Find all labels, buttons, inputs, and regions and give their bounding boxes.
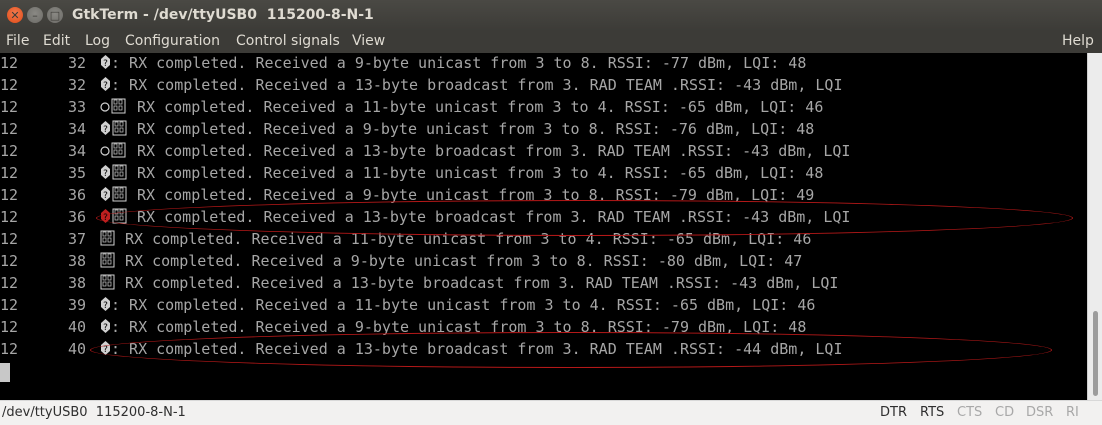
line-text: RX completed. Received a 9-byte unicast … — [116, 252, 803, 270]
close-icon: ✕ — [10, 8, 20, 22]
annotation-ellipse — [96, 200, 1073, 236]
line-counter: 32 — [67, 76, 86, 94]
line-text: RX completed. Received a 9-byte unicast … — [128, 120, 815, 138]
svg-text:?: ? — [103, 125, 108, 135]
unknown-char-icon: ? — [101, 55, 110, 69]
port-status: /dev/ttyUSB0 115200-8-N-1 — [2, 405, 186, 420]
unknown-char-icon: ? — [101, 77, 110, 91]
line-counter: 40 — [67, 340, 86, 358]
line-text: RX completed. Received a 11-byte unicast… — [128, 164, 824, 182]
line-prefix: 12 — [0, 318, 19, 336]
line-text: RX completed. Received a 11-byte unicast… — [128, 98, 824, 116]
menu-edit[interactable]: Edit — [43, 33, 70, 49]
line-counter: 38 — [67, 252, 86, 270]
signal-dtr: DTR — [880, 405, 907, 420]
line-message: ?: RX completed. Received a 9-byte unica… — [100, 53, 806, 74]
svg-text:?: ? — [103, 81, 108, 91]
svg-text:?: ? — [103, 301, 108, 311]
title-bar: ✕ – □ GtkTerm - /dev/ttyUSB0 115200-8-N-… — [0, 0, 1102, 31]
minimize-icon: – — [32, 8, 38, 22]
unknown-char-icon: ? — [101, 186, 127, 202]
line-text: RX completed. Received a 13-byte broadca… — [116, 274, 839, 292]
close-window-button[interactable]: ✕ — [7, 7, 23, 23]
line-message: RX completed. Received a 13-byte broadca… — [100, 272, 838, 294]
menu-file[interactable]: File — [6, 33, 29, 49]
signal-dsr: DSR — [1026, 405, 1054, 420]
menu-control-signals[interactable]: Control signals — [236, 33, 340, 49]
line-text: : RX completed. Received a 9-byte unicas… — [111, 54, 807, 72]
svg-text:?: ? — [103, 169, 108, 179]
unknown-char-icon — [100, 252, 115, 268]
svg-text:?: ? — [103, 59, 108, 69]
line-counter: 36 — [67, 208, 86, 226]
window-title: GtkTerm - /dev/ttyUSB0 115200-8-N-1 — [72, 7, 374, 23]
annotation-ellipse — [90, 332, 1052, 368]
unknown-char-icon: ? — [101, 164, 127, 180]
line-prefix: 12 — [0, 54, 19, 72]
scrollbar-thumb[interactable] — [1093, 311, 1098, 396]
line-message: ? RX completed. Received a 9-byte unicas… — [100, 118, 814, 140]
menu-log[interactable]: Log — [85, 33, 110, 49]
svg-text:?: ? — [103, 323, 108, 333]
line-counter: 38 — [67, 274, 86, 292]
line-prefix: 12 — [0, 76, 19, 94]
unknown-char-icon — [100, 98, 126, 114]
unknown-char-icon — [100, 142, 126, 158]
line-message: RX completed. Received a 13-byte broadca… — [100, 140, 850, 162]
line-message: ? RX completed. Received a 11-byte unica… — [100, 162, 823, 184]
line-prefix: 12 — [0, 252, 19, 270]
line-message: RX completed. Received a 11-byte unicast… — [100, 96, 823, 118]
line-counter: 35 — [67, 164, 86, 182]
line-prefix: 12 — [0, 274, 19, 292]
minimize-window-button[interactable]: – — [27, 7, 43, 23]
line-message: RX completed. Received a 9-byte unicast … — [100, 250, 802, 272]
signal-cts: CTS — [957, 405, 983, 420]
line-counter: 39 — [67, 296, 86, 314]
terminal-scrollbar[interactable] — [1087, 53, 1102, 400]
terminal-cursor — [0, 363, 10, 382]
terminal-output[interactable]: 12 32?: RX completed. Received a 9-byte u… — [0, 53, 1087, 400]
line-counter: 37 — [67, 230, 86, 248]
signal-cd: CD — [995, 405, 1015, 420]
unknown-char-icon: ? — [101, 120, 127, 136]
unknown-char-icon — [100, 274, 115, 290]
status-bar: /dev/ttyUSB0 115200-8-N-1 DTR RTS CTS CD… — [0, 400, 1102, 425]
maximize-window-button[interactable]: □ — [47, 7, 63, 23]
line-counter: 36 — [67, 186, 86, 204]
unknown-char-icon — [100, 230, 115, 246]
menu-view[interactable]: View — [352, 33, 385, 49]
line-text: RX completed. Received a 13-byte broadca… — [128, 142, 851, 160]
signal-ri: RI — [1066, 405, 1079, 420]
unknown-char-icon: ? — [101, 297, 110, 311]
line-counter: 32 — [67, 54, 86, 72]
line-prefix: 12 — [0, 296, 19, 314]
line-prefix: 12 — [0, 164, 19, 182]
line-counter: 34 — [67, 142, 86, 160]
line-prefix: 12 — [0, 186, 19, 204]
line-counter: 40 — [67, 318, 86, 336]
line-message: ?: RX completed. Received a 11-byte unic… — [100, 294, 815, 316]
line-prefix: 12 — [0, 208, 19, 226]
line-prefix: 12 — [0, 120, 19, 138]
menu-bar: File Edit Log Configuration Control sign… — [0, 31, 1102, 53]
unknown-char-icon: ? — [101, 319, 110, 333]
line-prefix: 12 — [0, 230, 19, 248]
menu-help[interactable]: Help — [1062, 33, 1094, 49]
line-text: : RX completed. Received a 11-byte unica… — [111, 296, 816, 314]
svg-text:?: ? — [103, 191, 108, 201]
line-prefix: 12 — [0, 98, 19, 116]
maximize-icon: □ — [49, 8, 61, 22]
signal-rts: RTS — [920, 405, 945, 420]
line-message: ?: RX completed. Received a 13-byte broa… — [100, 74, 843, 96]
line-prefix: 12 — [0, 142, 19, 160]
line-text: : RX completed. Received a 13-byte broad… — [111, 76, 843, 94]
line-counter: 34 — [67, 120, 86, 138]
menu-configuration[interactable]: Configuration — [125, 33, 220, 49]
line-prefix: 12 — [0, 340, 19, 358]
line-counter: 33 — [67, 98, 86, 116]
